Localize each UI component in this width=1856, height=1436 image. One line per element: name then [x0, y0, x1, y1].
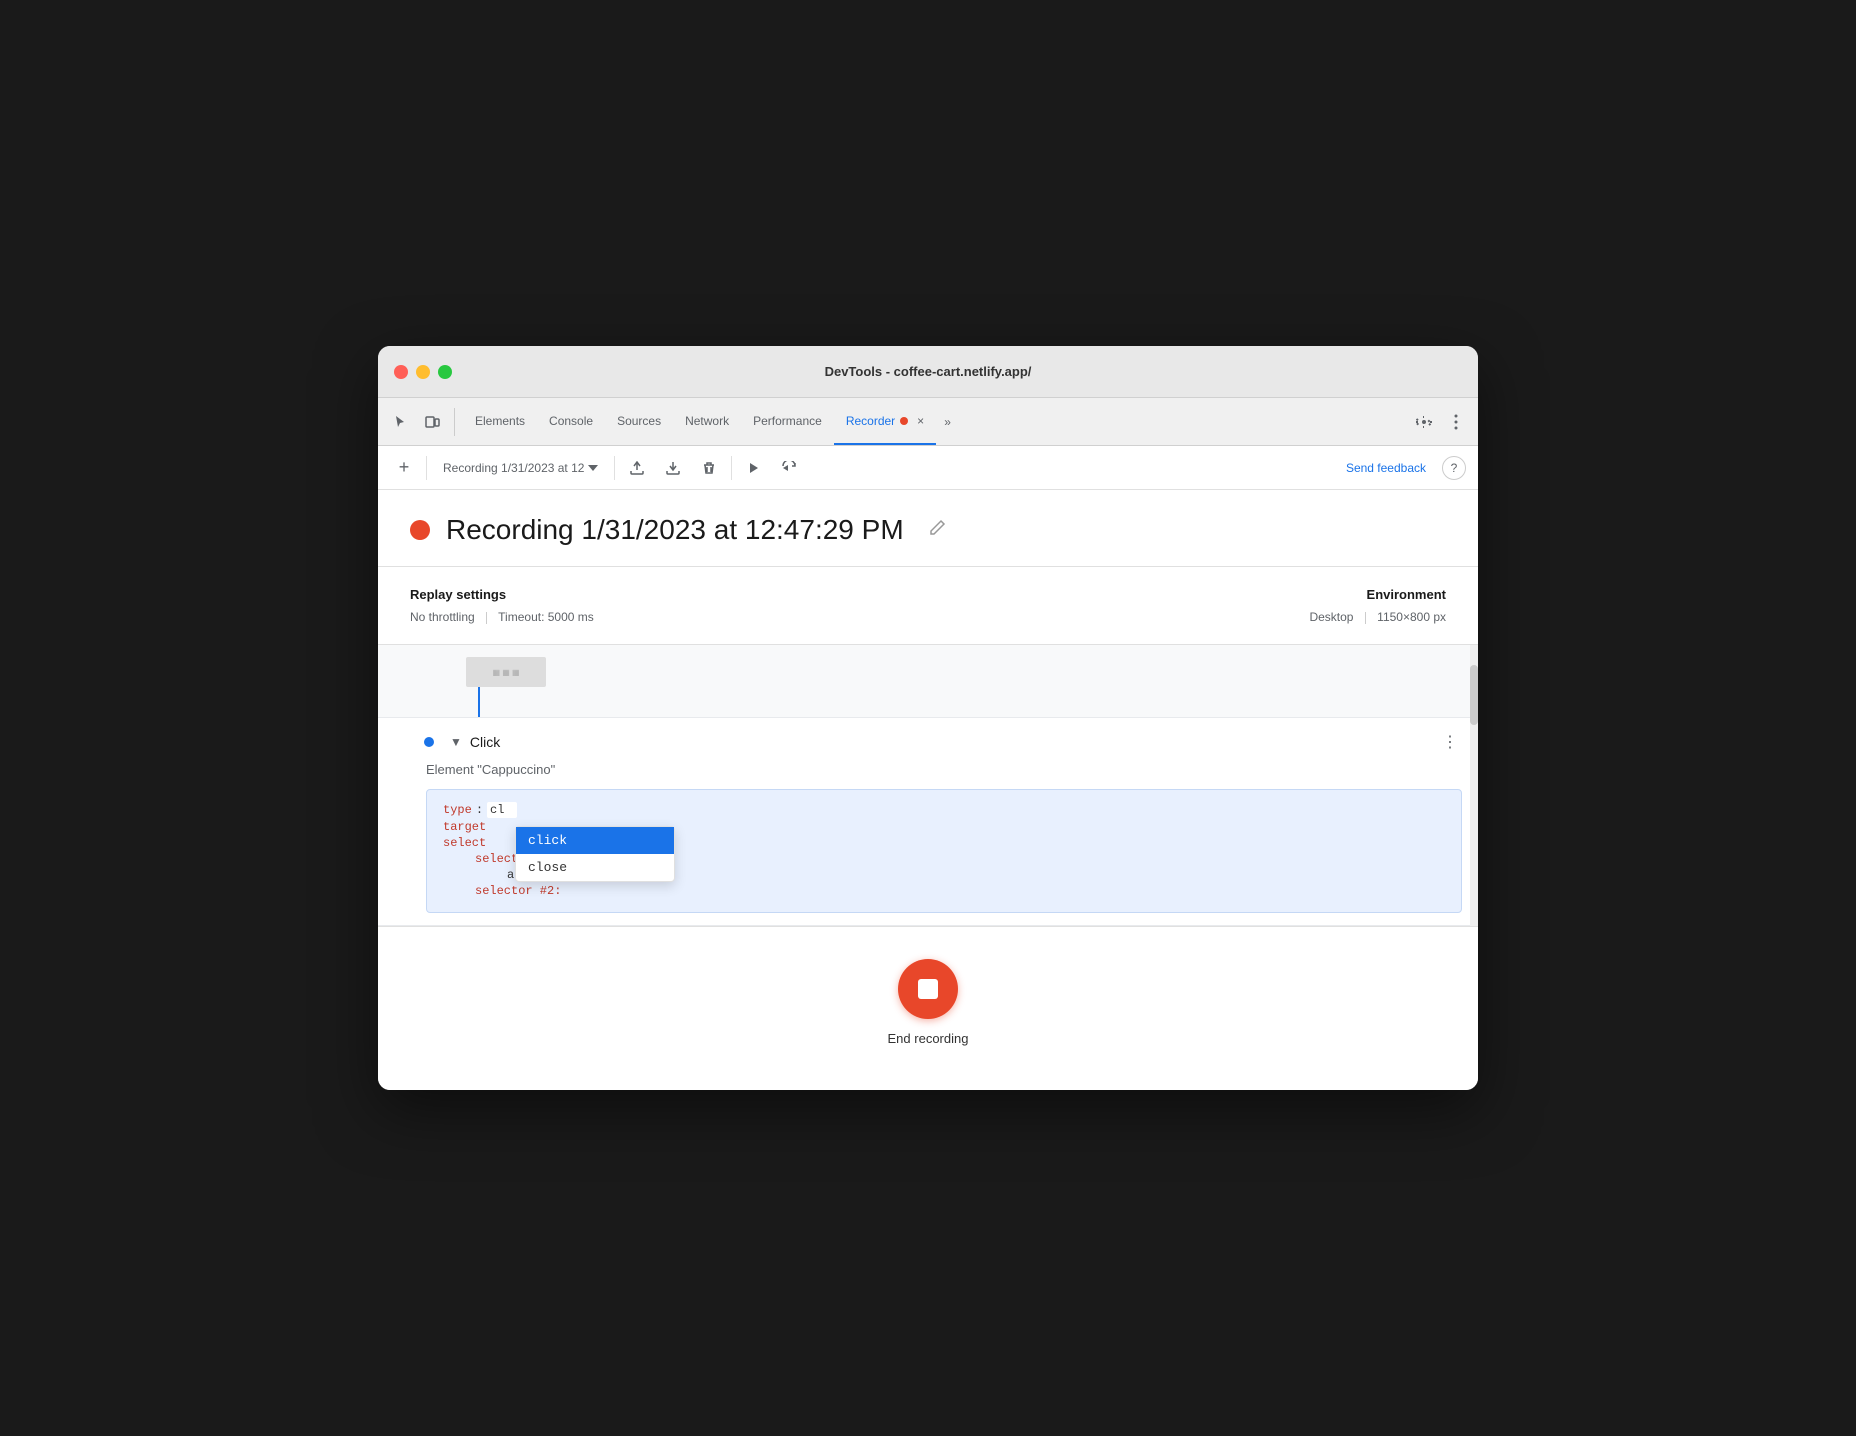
code-type-colon: : — [476, 803, 483, 817]
import-icon — [666, 461, 680, 475]
step-type-label: Click — [470, 734, 500, 750]
settings-row: Replay settings No throttling Timeout: 5… — [378, 567, 1478, 645]
tab-console[interactable]: Console — [537, 398, 605, 445]
autocomplete-dropdown: click close — [515, 826, 675, 882]
end-recording-label: End recording — [888, 1031, 969, 1046]
tab-elements[interactable]: Elements — [463, 398, 537, 445]
stop-recording-button[interactable] — [898, 959, 958, 1019]
toolbar-divider-1 — [426, 456, 427, 480]
settings-separator-1 — [486, 612, 487, 624]
replay-settings: Replay settings No throttling Timeout: 5… — [410, 587, 1309, 624]
tab-more-icon[interactable]: » — [936, 398, 959, 445]
edit-icon[interactable] — [928, 519, 946, 542]
code-editor: type : target select selector #1: — [426, 789, 1462, 913]
export-icon — [630, 461, 644, 475]
step-header: ▼ Click ⋮ — [378, 718, 1478, 762]
code-selectors-key: select — [443, 836, 486, 850]
end-recording-section: End recording — [378, 926, 1478, 1078]
traffic-lights — [394, 365, 452, 379]
tab-recorder[interactable]: Recorder × — [834, 398, 936, 445]
environment-settings: Environment Desktop 1150×800 px — [1309, 587, 1446, 624]
step-indicator-dot — [424, 737, 434, 747]
recorder-dot-icon — [899, 416, 909, 426]
tab-right-icons — [1410, 408, 1470, 436]
replay-button[interactable] — [740, 454, 768, 482]
environment-label: Environment — [1309, 587, 1446, 602]
step-replay-icon — [782, 461, 798, 475]
autocomplete-item-close[interactable]: close — [516, 854, 674, 881]
new-recording-button[interactable]: + — [390, 454, 418, 482]
autocomplete-item-click[interactable]: click — [516, 827, 674, 854]
devtools-window: DevTools - coffee-cart.netlify.app/ Elem… — [378, 346, 1478, 1090]
timeline-connector-line — [478, 687, 480, 717]
chevron-down-icon — [588, 465, 598, 471]
send-feedback-button[interactable]: Send feedback — [1338, 457, 1434, 479]
throttling-value: No throttling — [410, 610, 475, 624]
step-description: Element "Cappuccino" — [378, 762, 1478, 789]
close-tab-icon[interactable]: × — [917, 414, 924, 428]
replay-settings-label: Replay settings — [410, 587, 1309, 602]
scrollbar-thumb[interactable] — [1470, 665, 1478, 725]
recording-selector-dropdown[interactable]: Recording 1/31/2023 at 12 — [435, 457, 606, 479]
thumbnail-preview: ▦ ▦ ▦ — [466, 657, 546, 687]
recording-selector-label: Recording 1/31/2023 at 12 — [443, 461, 584, 475]
code-target-key: target — [443, 820, 486, 834]
recording-title: Recording 1/31/2023 at 12:47:29 PM — [446, 514, 904, 546]
environment-dimensions: 1150×800 px — [1377, 610, 1446, 624]
recording-header: Recording 1/31/2023 at 12:47:29 PM — [378, 490, 1478, 567]
minimize-button[interactable] — [416, 365, 430, 379]
settings-separator-2 — [1365, 612, 1366, 624]
recording-indicator — [410, 520, 430, 540]
more-options-icon[interactable] — [1442, 408, 1470, 436]
step-more-button[interactable]: ⋮ — [1438, 730, 1462, 754]
tab-sources[interactable]: Sources — [605, 398, 673, 445]
settings-icon[interactable] — [1410, 408, 1438, 436]
scrollbar[interactable] — [1470, 645, 1478, 926]
code-line-selector2: selector #2: — [443, 884, 1445, 898]
toolbar-divider-3 — [731, 456, 732, 480]
help-button[interactable]: ? — [1442, 456, 1466, 480]
main-content: Recording 1/31/2023 at 12:47:29 PM Repla… — [378, 490, 1478, 1090]
delete-icon — [702, 461, 716, 475]
timeout-value: Timeout: 5000 ms — [498, 610, 594, 624]
code-line-type: type : — [443, 802, 1445, 818]
tab-performance[interactable]: Performance — [741, 398, 834, 445]
devtools-tabs-bar: Elements Console Sources Network Perform… — [378, 398, 1478, 446]
window-title: DevTools - coffee-cart.netlify.app/ — [825, 364, 1032, 379]
titlebar: DevTools - coffee-cart.netlify.app/ — [378, 346, 1478, 398]
maximize-button[interactable] — [438, 365, 452, 379]
step-replay-button[interactable] — [776, 454, 804, 482]
cursor-icon[interactable] — [386, 408, 414, 436]
device-icon[interactable] — [418, 408, 446, 436]
tab-tool-icons — [386, 408, 455, 436]
step-expand-icon[interactable]: ▼ — [450, 735, 462, 749]
tab-network[interactable]: Network — [673, 398, 741, 445]
replay-icon — [747, 461, 761, 475]
environment-type: Desktop — [1309, 610, 1353, 624]
stop-icon — [918, 979, 938, 999]
export-button[interactable] — [623, 454, 651, 482]
import-button[interactable] — [659, 454, 687, 482]
recorder-toolbar: + Recording 1/31/2023 at 12 — [378, 446, 1478, 490]
replay-settings-value: No throttling Timeout: 5000 ms — [410, 610, 1309, 624]
code-type-input[interactable] — [487, 802, 517, 818]
delete-button[interactable] — [695, 454, 723, 482]
step-block: ▼ Click ⋮ Element "Cappuccino" type : — [378, 717, 1478, 926]
toolbar-divider-2 — [614, 456, 615, 480]
code-type-key: type — [443, 803, 472, 817]
environment-value: Desktop 1150×800 px — [1309, 610, 1446, 624]
tabs-list: Elements Console Sources Network Perform… — [463, 398, 1410, 445]
steps-area: ▦ ▦ ▦ ▼ Click ⋮ — [378, 645, 1478, 926]
code-selector2-key: selector #2: — [475, 884, 561, 898]
close-button[interactable] — [394, 365, 408, 379]
